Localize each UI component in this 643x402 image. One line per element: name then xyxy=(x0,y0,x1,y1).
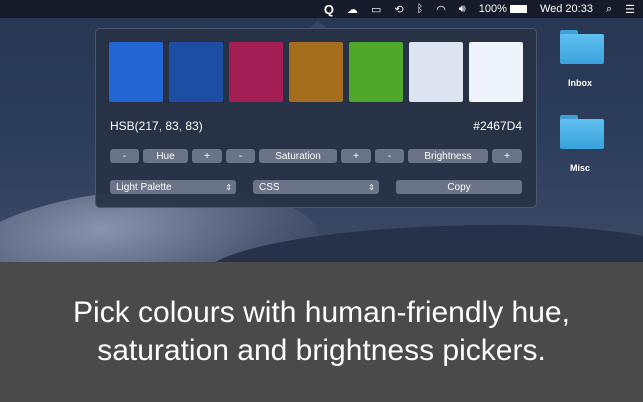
swatch[interactable] xyxy=(409,42,463,102)
chevron-updown-icon: ⇕ xyxy=(225,182,232,192)
swatch[interactable] xyxy=(229,42,283,102)
saturation-plus-button[interactable]: + xyxy=(341,149,371,163)
airplay-icon[interactable]: ▭ xyxy=(371,3,381,16)
volume-icon[interactable]: 🔊︎ xyxy=(459,3,466,16)
wifi-icon[interactable]: ◠ xyxy=(436,3,446,16)
folder-icon[interactable] xyxy=(560,115,604,149)
clock[interactable]: Wed 20:33 xyxy=(540,3,593,15)
cloud-upload-icon[interactable]: ☁ xyxy=(347,3,358,16)
brightness-plus-button[interactable]: + xyxy=(492,149,522,163)
caption-band: Pick colours with human-friendly hue, sa… xyxy=(0,262,643,402)
swatch[interactable] xyxy=(169,42,223,102)
popup-arrow xyxy=(310,20,326,28)
swatch-selected[interactable] xyxy=(109,42,163,102)
palette-select[interactable]: Light Palette ⇕ xyxy=(110,180,236,194)
spotlight-search-icon[interactable]: ⌕ xyxy=(606,3,612,16)
app-q-icon[interactable]: Q xyxy=(324,2,334,17)
battery-percent: 100% xyxy=(478,3,507,15)
swatch[interactable] xyxy=(289,42,343,102)
caption-line: Pick colours with human-friendly hue, xyxy=(73,296,570,329)
saturation-label-button[interactable]: Saturation xyxy=(259,149,337,163)
copy-button[interactable]: Copy xyxy=(396,180,522,194)
folder-label[interactable]: Misc xyxy=(550,163,610,173)
chevron-updown-icon: ⇕ xyxy=(368,182,375,192)
bluetooth-icon[interactable]: ᛒ xyxy=(417,3,424,15)
menu-bar: Q ☁ ▭ ⟲ ᛒ ◠ 🔊︎ 100% Wed 20:33 ⌕ ☰ xyxy=(0,0,643,18)
hue-plus-button[interactable]: + xyxy=(192,149,222,163)
hex-value: #2467D4 xyxy=(473,119,522,133)
color-picker-popup: HSB(217, 83, 83) #2467D4 - Hue + - Satur… xyxy=(95,28,537,208)
battery-icon xyxy=(509,5,527,14)
hue-minus-button[interactable]: - xyxy=(110,149,139,163)
caption-line: saturation and brightness pickers. xyxy=(97,334,546,367)
format-value: CSS xyxy=(259,181,280,193)
swatch[interactable] xyxy=(349,42,403,102)
time-machine-icon[interactable]: ⟲ xyxy=(394,3,403,16)
notification-center-icon[interactable]: ☰ xyxy=(625,3,635,16)
brightness-minus-button[interactable]: - xyxy=(375,149,404,163)
hue-label-button[interactable]: Hue xyxy=(143,149,188,163)
brightness-label-button[interactable]: Brightness xyxy=(408,149,488,163)
swatch[interactable] xyxy=(469,42,523,102)
saturation-minus-button[interactable]: - xyxy=(226,149,255,163)
palette-value: Light Palette xyxy=(116,181,172,193)
folder-label[interactable]: Inbox xyxy=(550,78,610,88)
format-select[interactable]: CSS ⇕ xyxy=(253,180,379,194)
hsb-value: HSB(217, 83, 83) xyxy=(110,119,203,133)
folder-icon[interactable] xyxy=(560,30,604,64)
battery-status[interactable]: 100% xyxy=(479,3,527,15)
